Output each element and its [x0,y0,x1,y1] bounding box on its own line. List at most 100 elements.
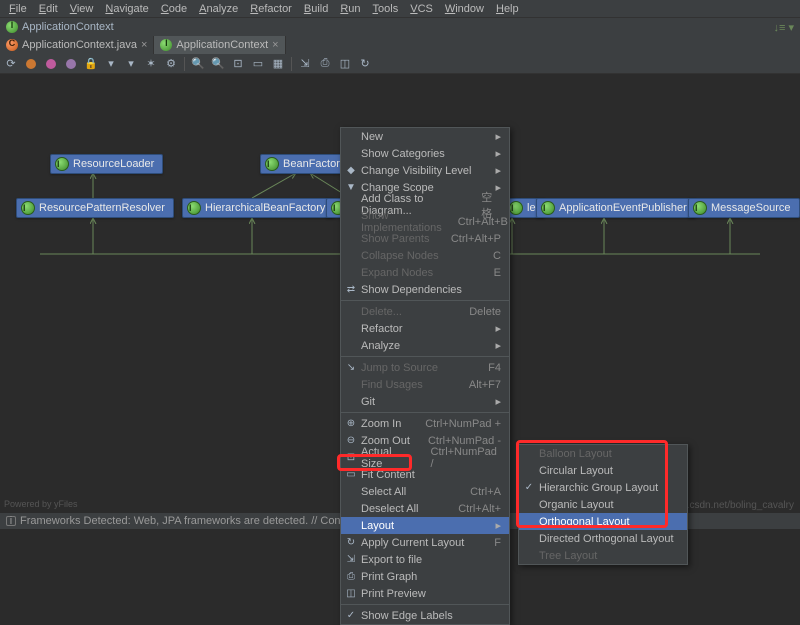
diagram-node[interactable]: ResourcePatternResolver [16,198,174,218]
menu-tools[interactable]: Tools [368,3,404,15]
funnel-connected-icon[interactable]: ▾ [124,57,138,71]
grid-icon[interactable]: ▦ [271,57,285,71]
zoom-actual-icon[interactable]: ⊡ [231,57,245,71]
layout-submenu[interactable]: Balloon Layout Circular Layout✓Hierarchic… [518,444,688,565]
menu-item-label: Balloon Layout [539,448,612,460]
shortcut-label: Alt+F7 [453,379,501,391]
breadcrumb-bar: ApplicationContext ↓≡ ▾ [0,18,800,36]
spark-icon[interactable]: ✶ [144,57,158,71]
menu-item-label: Analyze [361,340,400,352]
menu-item-label: Jump to Source [361,362,438,374]
menu-file[interactable]: File [4,3,32,15]
menu-item-fit-content[interactable]: ▭Fit Content [341,466,509,483]
diagram-node[interactable]: ApplicationEventPublisher [536,198,696,218]
shortcut-label: Ctrl+Alt+B [442,216,508,228]
node-label: MessageSource [711,202,791,214]
menu-analyze[interactable]: Analyze [194,3,243,15]
menu-navigate[interactable]: Navigate [100,3,153,15]
node-label: le [527,202,536,214]
menu-item-select-all[interactable]: Select All Ctrl+A [341,483,509,500]
magenta-dot-icon[interactable] [44,57,58,71]
print-icon[interactable]: ⎙ [318,57,332,71]
menu-item-refactor[interactable]: Refactor▸ [341,320,509,337]
menu-item-orthogonal-layout[interactable]: Orthogonal Layout [519,513,687,530]
menu-code[interactable]: Code [156,3,192,15]
menu-item-deselect-all[interactable]: Deselect AllCtrl+Alt+ [341,500,509,517]
tab-applicationcontext[interactable]: ApplicationContext× [154,36,285,54]
shortcut-label: Delete [453,306,501,318]
menu-refactor[interactable]: Refactor [245,3,297,15]
fit-icon: ▭ [344,469,358,480]
menu-build[interactable]: Build [299,3,333,15]
menu-item-circular-layout[interactable]: Circular Layout [519,462,687,479]
diagram-node[interactable]: MessageSource [688,198,800,218]
separator [341,412,509,413]
refresh-icon[interactable]: ⟳ [4,57,18,71]
submenu-arrow-icon: ▸ [483,130,501,143]
shortcut-label: C [477,250,501,262]
print-preview-icon[interactable]: ◫ [338,57,352,71]
diagram-node[interactable]: ResourceLoader [50,154,163,174]
menu-item-apply-current-layout[interactable]: ↻Apply Current LayoutF [341,534,509,551]
node-label: ResourceLoader [73,158,154,170]
menu-item-print-preview[interactable]: ◫Print Preview [341,585,509,602]
menu-item-label: Change Visibility Level [361,165,471,177]
fit-content-icon[interactable]: ▭ [251,57,265,71]
print-icon: ⎙ [344,571,358,582]
breadcrumb-text[interactable]: ApplicationContext [22,21,114,33]
menu-view[interactable]: View [65,3,99,15]
separator [341,300,509,301]
shortcut-label: Ctrl+A [454,486,501,498]
menu-item-new[interactable]: New▸ [341,128,509,145]
zoom-in-icon[interactable]: 🔍 [191,57,205,71]
menu-item-organic-layout[interactable]: Organic Layout [519,496,687,513]
context-menu[interactable]: New▸Show Categories▸◆Change Visibility L… [340,127,510,625]
separator [341,356,509,357]
lock-icon[interactable]: 🔒 [84,57,98,71]
menu-item-directed-orthogonal-layout[interactable]: Directed Orthogonal Layout [519,530,687,547]
zoom-out-icon[interactable]: 🔍 [211,57,225,71]
menu-item-label: Apply Current Layout [361,537,464,549]
layout-indicator-icon[interactable]: ↓≡ ▾ [774,21,795,34]
shortcut-label: Ctrl+NumPad + [409,418,501,430]
menu-item-analyze[interactable]: Analyze▸ [341,337,509,354]
menu-item-print-graph[interactable]: ⎙Print Graph [341,568,509,585]
menu-item-show-edge-labels[interactable]: ✓Show Edge Labels [341,607,509,624]
funnel-icon[interactable]: ▾ [104,57,118,71]
jump-icon: ↘ [344,362,358,373]
check-icon: ✓ [344,610,358,621]
menu-item-layout[interactable]: Layout▸ [341,517,509,534]
menu-item-show-dependencies[interactable]: ⇄Show Dependencies [341,281,509,298]
menu-item-label: Tree Layout [539,550,597,562]
node-label: ApplicationEventPublisher [559,202,687,214]
diagram-node[interactable]: HierarchicalBeanFactory [182,198,334,218]
node-label: BeanFactory [283,158,345,170]
menu-item-label: Select All [361,486,406,498]
menu-window[interactable]: Window [440,3,489,15]
powered-by-label: Powered by yFiles [4,499,78,509]
menu-item-git[interactable]: Git▸ [341,393,509,410]
orange-dot-icon[interactable] [24,57,38,71]
menu-help[interactable]: Help [491,3,524,15]
menu-vcs[interactable]: VCS [405,3,438,15]
close-icon[interactable]: × [272,39,278,51]
close-icon[interactable]: × [141,39,147,51]
settings-icon[interactable]: ⚙ [164,57,178,71]
export-icon[interactable]: ⇲ [298,57,312,71]
apply-layout-icon[interactable]: ↻ [358,57,372,71]
menu-item-actual-size[interactable]: ⊡Actual SizeCtrl+NumPad / [341,449,509,466]
menu-item-zoom-in[interactable]: ⊕Zoom InCtrl+NumPad + [341,415,509,432]
purple-dot-icon[interactable] [64,57,78,71]
menu-item-show-categories[interactable]: Show Categories▸ [341,145,509,162]
submenu-arrow-icon: ▸ [483,164,501,177]
menu-item-label: Hierarchic Group Layout [539,482,658,494]
menu-item-export-to-file[interactable]: ⇲Export to file [341,551,509,568]
menu-edit[interactable]: Edit [34,3,63,15]
menu-run[interactable]: Run [335,3,365,15]
separator [341,604,509,605]
separator [291,57,292,71]
menu-item-change-visibility-level[interactable]: ◆Change Visibility Level▸ [341,162,509,179]
menu-item-expand-nodes: Expand NodesE [341,264,509,281]
tab-applicationcontext-java[interactable]: ApplicationContext.java× [0,36,154,54]
menu-item-hierarchic-group-layout[interactable]: ✓Hierarchic Group Layout [519,479,687,496]
